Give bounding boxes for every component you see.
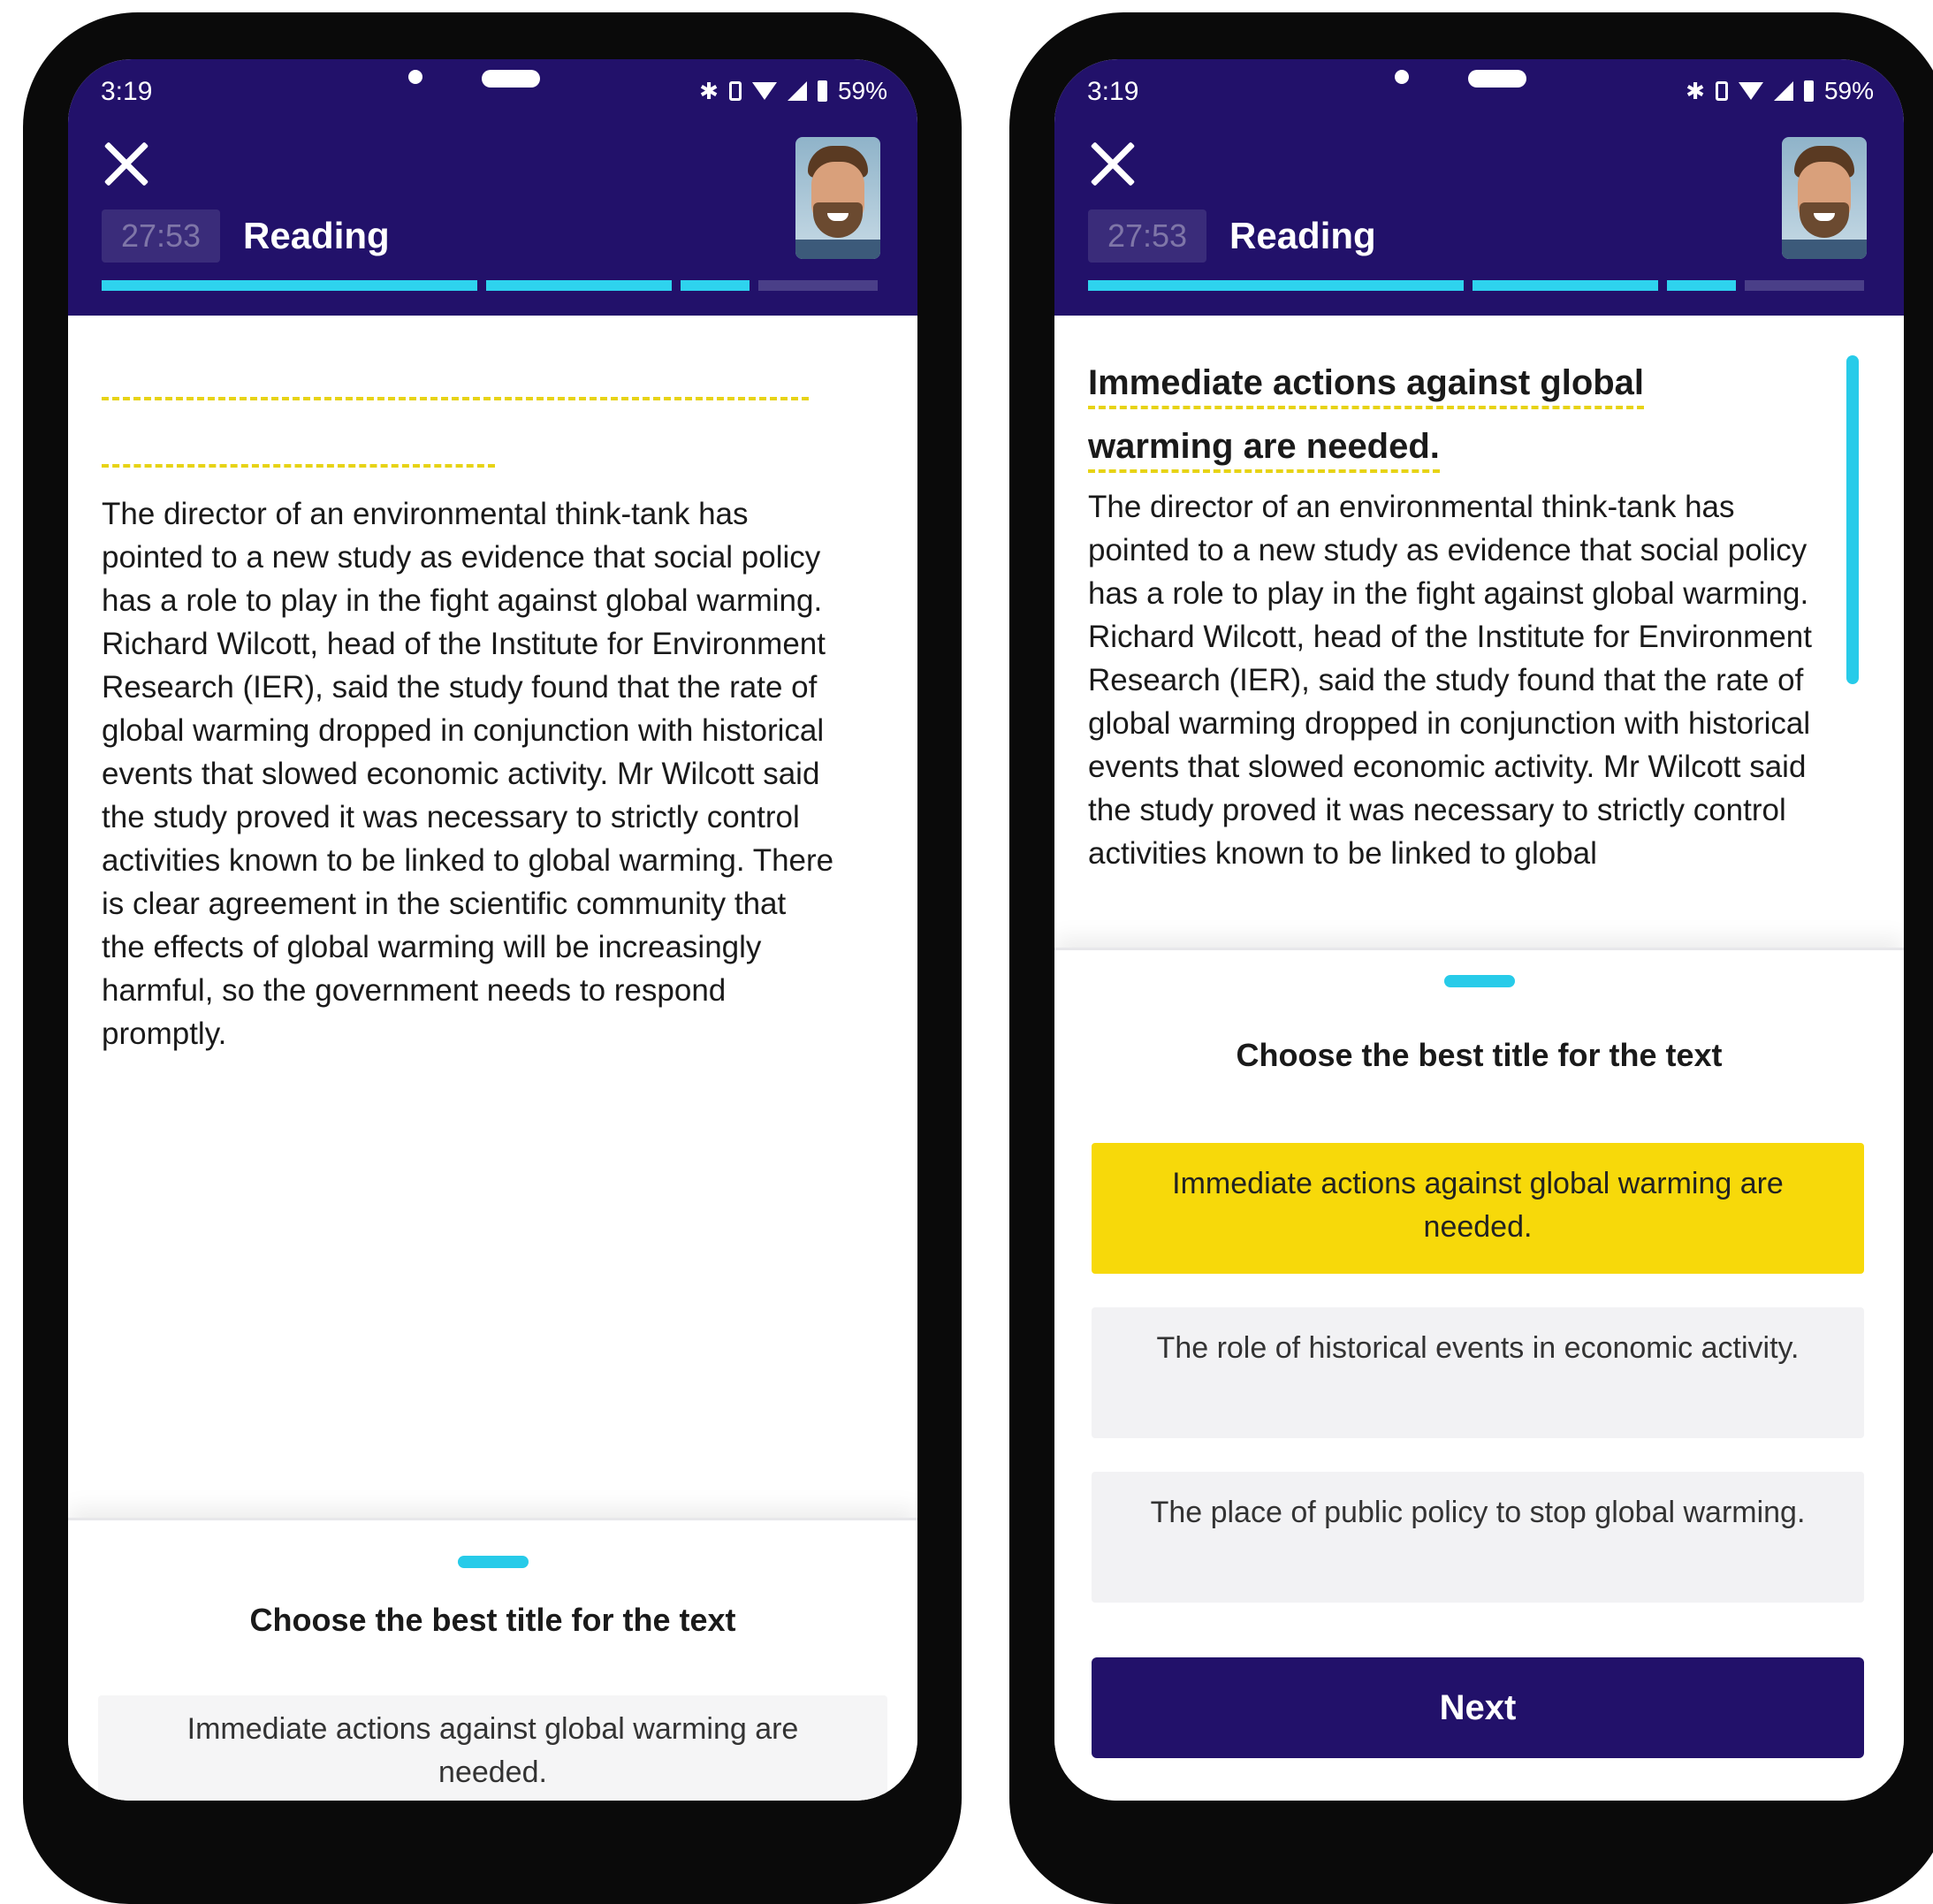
option-1[interactable]: Immediate actions against global warming… xyxy=(1092,1143,1864,1274)
close-icon[interactable] xyxy=(102,139,151,188)
drag-handle[interactable] xyxy=(457,1556,529,1568)
close-icon[interactable] xyxy=(1088,139,1138,188)
battery-percent: 59% xyxy=(1823,77,1874,104)
title-placeholder[interactable] xyxy=(102,351,835,492)
passage-text: The director of an environmental think-t… xyxy=(102,497,834,1051)
camera-icon xyxy=(1395,70,1409,84)
section-title: Reading xyxy=(243,215,390,256)
status-time: 3:19 xyxy=(101,77,153,106)
app-header: 3:19 ✱ 59% 27:53 Reading xyxy=(1054,59,1904,316)
vibrate-icon xyxy=(1715,81,1728,101)
bluetooth-icon: ✱ xyxy=(1686,77,1705,104)
passage-title[interactable]: Immediate actions against global warming… xyxy=(1088,351,1822,478)
progress-segment xyxy=(1473,280,1658,291)
question-sheet[interactable]: Choose the best title for the text Immed… xyxy=(68,1518,917,1801)
progress-segment xyxy=(102,280,477,291)
signal-icon xyxy=(787,81,807,101)
option-1[interactable]: Immediate actions against global warming… xyxy=(98,1695,887,1801)
scrollbar[interactable] xyxy=(1846,355,1859,684)
progress-bar xyxy=(102,280,878,291)
phone-frame-left: 3:19 ✱ 59% 27:53 Reading The director of… xyxy=(23,12,962,1904)
signal-icon xyxy=(1773,81,1793,101)
app-header: 3:19 ✱ 59% 27:53 Reading xyxy=(68,59,917,316)
screen-left: 3:19 ✱ 59% 27:53 Reading The director of… xyxy=(68,59,917,1801)
wifi-icon xyxy=(751,82,777,100)
camera-icon xyxy=(408,70,422,84)
status-icons: ✱ 59% xyxy=(699,77,887,105)
status-time: 3:19 xyxy=(1087,77,1139,106)
passage: Immediate actions against global warming… xyxy=(1088,351,1822,996)
sensor-icon xyxy=(1468,70,1526,88)
section-title: Reading xyxy=(1229,215,1376,256)
screen-right: 3:19 ✱ 59% 27:53 Reading Immediate actio… xyxy=(1054,59,1904,1801)
question-sheet[interactable]: Choose the best title for the text Immed… xyxy=(1054,948,1904,1801)
sensor-icon xyxy=(482,70,540,88)
vibrate-icon xyxy=(728,81,742,101)
battery-icon xyxy=(1803,80,1814,102)
question-prompt: Choose the best title for the text xyxy=(1236,1037,1723,1073)
passage-text: The director of an environmental think-t… xyxy=(1088,490,1812,871)
next-button[interactable]: Next xyxy=(1092,1657,1864,1758)
progress-segment xyxy=(681,280,750,291)
progress-segment xyxy=(1088,280,1464,291)
passage: The director of an environmental think-t… xyxy=(102,351,835,1055)
question-prompt: Choose the best title for the text xyxy=(249,1602,736,1638)
progress-segment xyxy=(758,280,878,291)
progress-segment xyxy=(486,280,672,291)
passage-title-line-2: warming are needed. xyxy=(1088,427,1440,473)
option-3[interactable]: The place of public policy to stop globa… xyxy=(1092,1472,1864,1603)
timer: 27:53 xyxy=(1088,209,1206,263)
progress-bar xyxy=(1088,280,1864,291)
phone-frame-right: 3:19 ✱ 59% 27:53 Reading Immediate actio… xyxy=(1009,12,1933,1904)
avatar[interactable] xyxy=(1782,137,1867,259)
avatar[interactable] xyxy=(795,137,880,259)
progress-segment xyxy=(1745,280,1864,291)
battery-icon xyxy=(817,80,827,102)
passage-title-line-1: Immediate actions against global xyxy=(1088,363,1645,409)
timer: 27:53 xyxy=(102,209,220,263)
drag-handle[interactable] xyxy=(1443,975,1515,987)
status-icons: ✱ 59% xyxy=(1686,77,1874,105)
bluetooth-icon: ✱ xyxy=(699,77,719,104)
wifi-icon xyxy=(1738,82,1763,100)
battery-percent: 59% xyxy=(837,77,887,104)
progress-segment xyxy=(1667,280,1736,291)
option-2[interactable]: The role of historical events in economi… xyxy=(1092,1307,1864,1438)
